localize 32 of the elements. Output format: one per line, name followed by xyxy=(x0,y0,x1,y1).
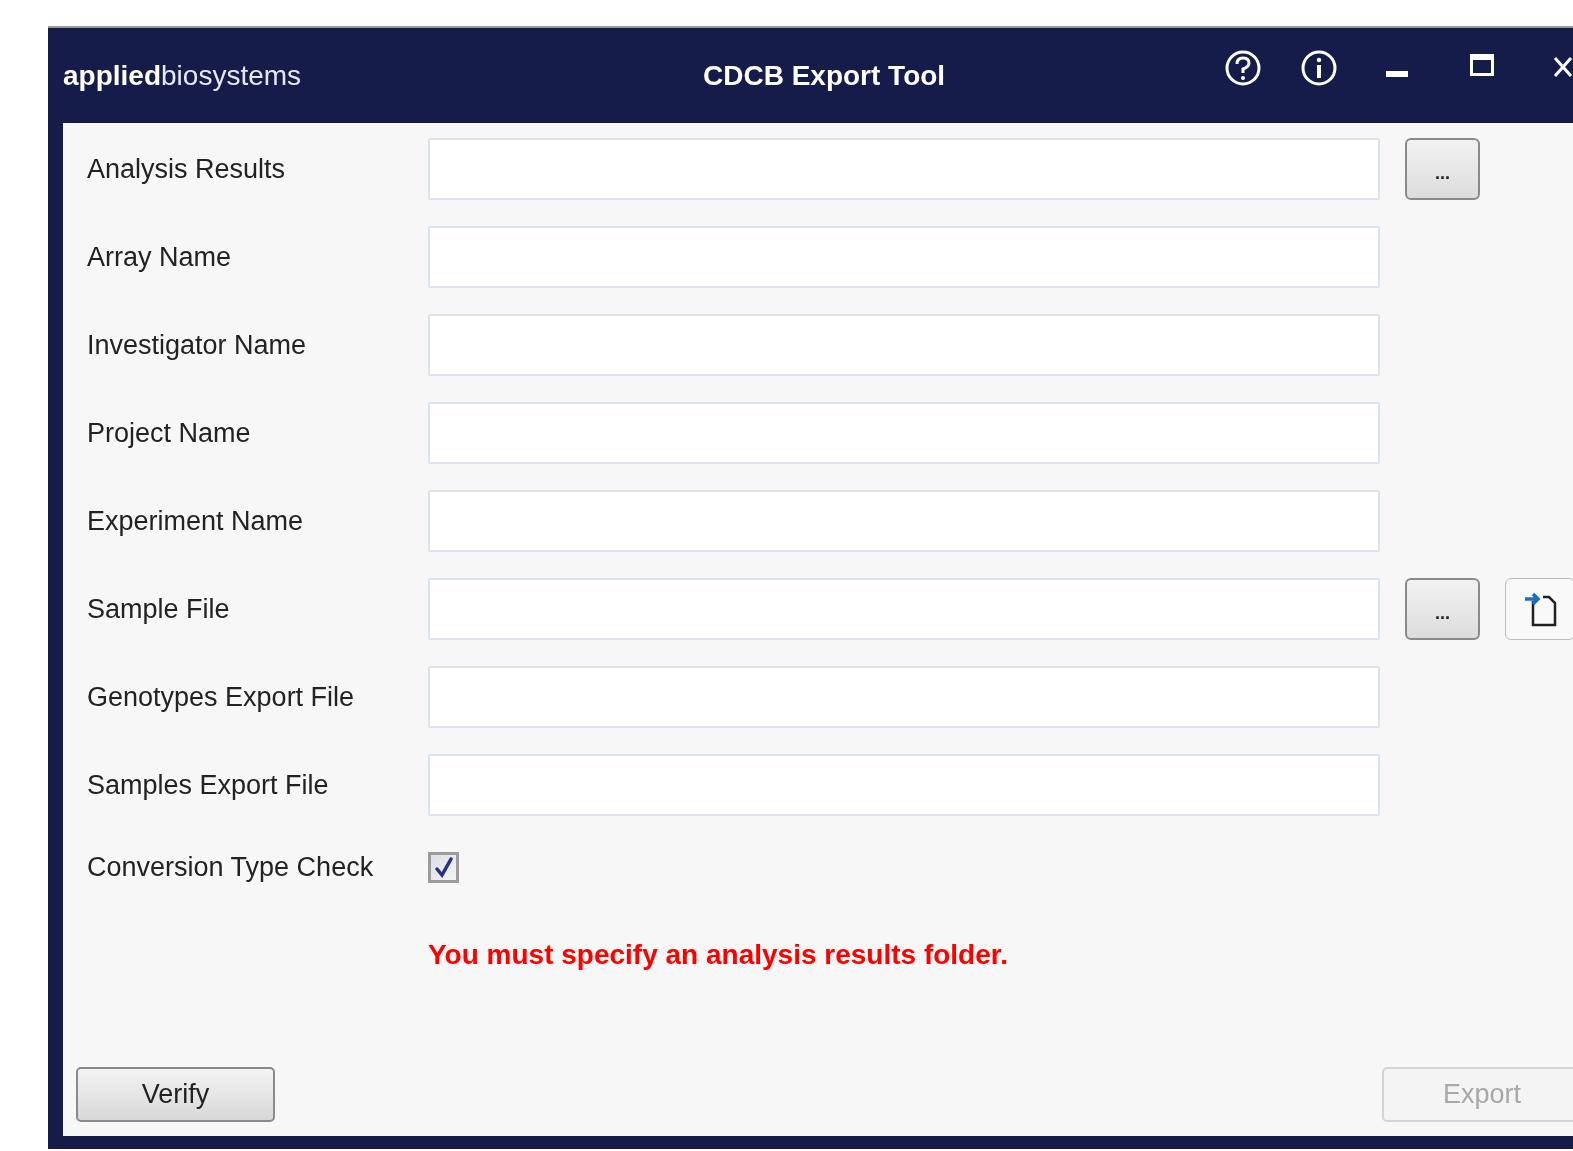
field-label: Project Name xyxy=(87,416,252,450)
maximize-icon[interactable] xyxy=(1470,54,1494,76)
info-icon[interactable] xyxy=(1300,49,1338,87)
input-field[interactable] xyxy=(428,138,1380,200)
field-label: Conversion Type Check xyxy=(87,850,375,884)
input-field[interactable] xyxy=(428,490,1380,552)
import-button[interactable] xyxy=(1505,578,1573,640)
input-field[interactable] xyxy=(428,578,1380,640)
browse-button[interactable]: ... xyxy=(1405,138,1480,200)
input-field[interactable] xyxy=(428,314,1380,376)
error-message: You must specify an analysis results folder. xyxy=(428,938,1009,972)
field-label: Investigator Name xyxy=(87,328,308,362)
input-field[interactable] xyxy=(428,226,1380,288)
minimize-icon[interactable] xyxy=(1386,71,1408,77)
field-label: Genotypes Export File xyxy=(87,680,356,714)
close-icon[interactable] xyxy=(1553,56,1573,78)
browse-button[interactable]: ... xyxy=(1405,578,1480,640)
field-label: Samples Export File xyxy=(87,768,330,802)
field-label: Experiment Name xyxy=(87,504,305,538)
field-label: Analysis Results xyxy=(87,152,287,186)
input-field[interactable] xyxy=(428,666,1380,728)
import-file-icon xyxy=(1523,591,1557,627)
checkmark-icon xyxy=(433,856,454,878)
help-icon[interactable] xyxy=(1224,49,1262,87)
verify-button[interactable]: Verify xyxy=(76,1067,275,1122)
window-title: CDCB Export Tool xyxy=(703,58,946,93)
logo-text: appliedbiosystems xyxy=(63,58,302,93)
field-label: Sample File xyxy=(87,592,231,626)
checkbox[interactable] xyxy=(428,851,459,883)
input-field[interactable] xyxy=(428,754,1380,816)
input-field[interactable] xyxy=(428,402,1380,464)
field-label: Array Name xyxy=(87,240,233,274)
